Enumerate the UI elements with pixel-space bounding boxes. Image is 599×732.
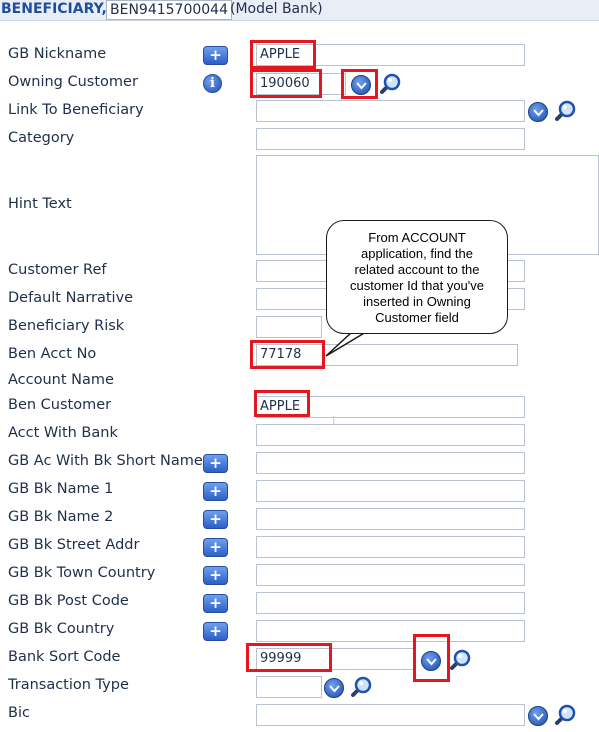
transaction-type-dropdown-button[interactable] [324, 678, 344, 698]
plus-icon: + [209, 622, 222, 640]
acct-with-bank-label: Acct With Bank [8, 425, 118, 441]
category-label: Category [8, 130, 75, 146]
link-to-beneficiary-label: Link To Beneficiary [8, 102, 144, 118]
callout-note: From ACCOUNT application, find the relat… [326, 220, 508, 334]
gb-bk-town-country-field[interactable] [256, 564, 525, 586]
transaction-type-label: Transaction Type [8, 677, 129, 693]
gb-bk-town-country-label: GB Bk Town Country [8, 565, 156, 581]
record-id: BEN9415700044 [106, 0, 232, 20]
owning-customer-label: Owning Customer [8, 74, 138, 90]
chevron-down-icon [533, 109, 544, 117]
highlight-gb-nickname [250, 40, 316, 69]
chevron-down-icon [533, 713, 544, 721]
gb-bk-country-expand-button[interactable]: + [203, 622, 228, 641]
transaction-type-lookup-button[interactable] [349, 676, 373, 698]
highlight-bank-sort-code-dropdown [413, 634, 450, 682]
link-to-beneficiary-lookup-button[interactable] [553, 100, 577, 122]
bank-sort-code-lookup-button[interactable] [448, 649, 472, 671]
gb-nickname-label: GB Nickname [8, 46, 107, 62]
gb-nickname-expand-button[interactable]: + [203, 46, 228, 65]
beneficiary-risk-label: Beneficiary Risk [8, 318, 125, 334]
info-icon[interactable]: i [203, 74, 222, 93]
bank-sort-code-label: Bank Sort Code [8, 649, 121, 665]
gb-bk-street-addr-field[interactable] [256, 536, 525, 558]
highlight-bank-sort-code [246, 643, 332, 672]
ben-customer-label: Ben Customer [8, 397, 112, 413]
highlight-owning-customer [250, 69, 322, 98]
beneficiary-risk-field[interactable] [256, 316, 322, 338]
gb-ac-with-bk-short-name-label: GB Ac With Bk Short Name [8, 453, 203, 469]
plus-icon: + [209, 538, 222, 556]
gb-bk-street-addr-label: GB Bk Street Addr [8, 537, 140, 553]
highlight-ben-acct-no [250, 340, 325, 369]
gb-bk-post-code-expand-button[interactable]: + [203, 594, 228, 613]
link-to-beneficiary-dropdown-button[interactable] [528, 102, 548, 122]
gb-bk-country-field[interactable] [256, 620, 525, 642]
plus-icon: + [209, 566, 222, 584]
default-narrative-label: Default Narrative [8, 290, 134, 306]
bank-name: (Model Bank) [230, 1, 323, 17]
hint-text-label: Hint Text [8, 196, 72, 212]
bic-field[interactable] [256, 704, 525, 726]
gb-bk-name-2-field[interactable] [256, 508, 525, 530]
chevron-down-icon [329, 685, 340, 693]
transaction-type-field[interactable] [256, 676, 322, 698]
gb-ac-with-bk-short-name-expand-button[interactable]: + [203, 454, 228, 473]
plus-icon: + [209, 510, 222, 528]
acct-with-bank-field[interactable] [256, 424, 525, 446]
header-bar: BENEFICIARY, BEN9415700044 (Model Bank) [0, 0, 599, 21]
gb-bk-name-1-expand-button[interactable]: + [203, 482, 228, 501]
link-to-beneficiary-field[interactable] [256, 100, 525, 122]
gb-bk-post-code-field[interactable] [256, 592, 525, 614]
bic-dropdown-button[interactable] [528, 706, 548, 726]
plus-icon: + [209, 594, 222, 612]
gb-bk-town-country-expand-button[interactable]: + [203, 566, 228, 585]
plus-icon: + [209, 454, 222, 472]
account-name-label: Account Name [8, 372, 114, 388]
gb-bk-country-label: GB Bk Country [8, 621, 115, 637]
category-field[interactable] [256, 128, 525, 150]
customer-ref-label: Customer Ref [8, 262, 107, 278]
gb-bk-name-1-label: GB Bk Name 1 [8, 481, 114, 497]
gb-bk-name-2-label: GB Bk Name 2 [8, 509, 114, 525]
plus-icon: + [209, 482, 222, 500]
gb-bk-post-code-label: GB Bk Post Code [8, 593, 129, 609]
gb-bk-street-addr-expand-button[interactable]: + [203, 538, 228, 557]
bic-label: Bic [8, 705, 30, 721]
bic-lookup-button[interactable] [553, 704, 577, 726]
plus-icon: + [209, 46, 222, 64]
ben-acct-no-label: Ben Acct No [8, 346, 97, 362]
highlight-ben-customer [254, 390, 310, 417]
highlight-owning-customer-dropdown [341, 69, 378, 99]
owning-customer-lookup-button[interactable] [378, 73, 402, 95]
gb-bk-name-1-field[interactable] [256, 480, 525, 502]
gb-ac-with-bk-short-name-field[interactable] [256, 452, 525, 474]
gb-bk-name-2-expand-button[interactable]: + [203, 510, 228, 529]
page-title: BENEFICIARY, [1, 1, 107, 17]
